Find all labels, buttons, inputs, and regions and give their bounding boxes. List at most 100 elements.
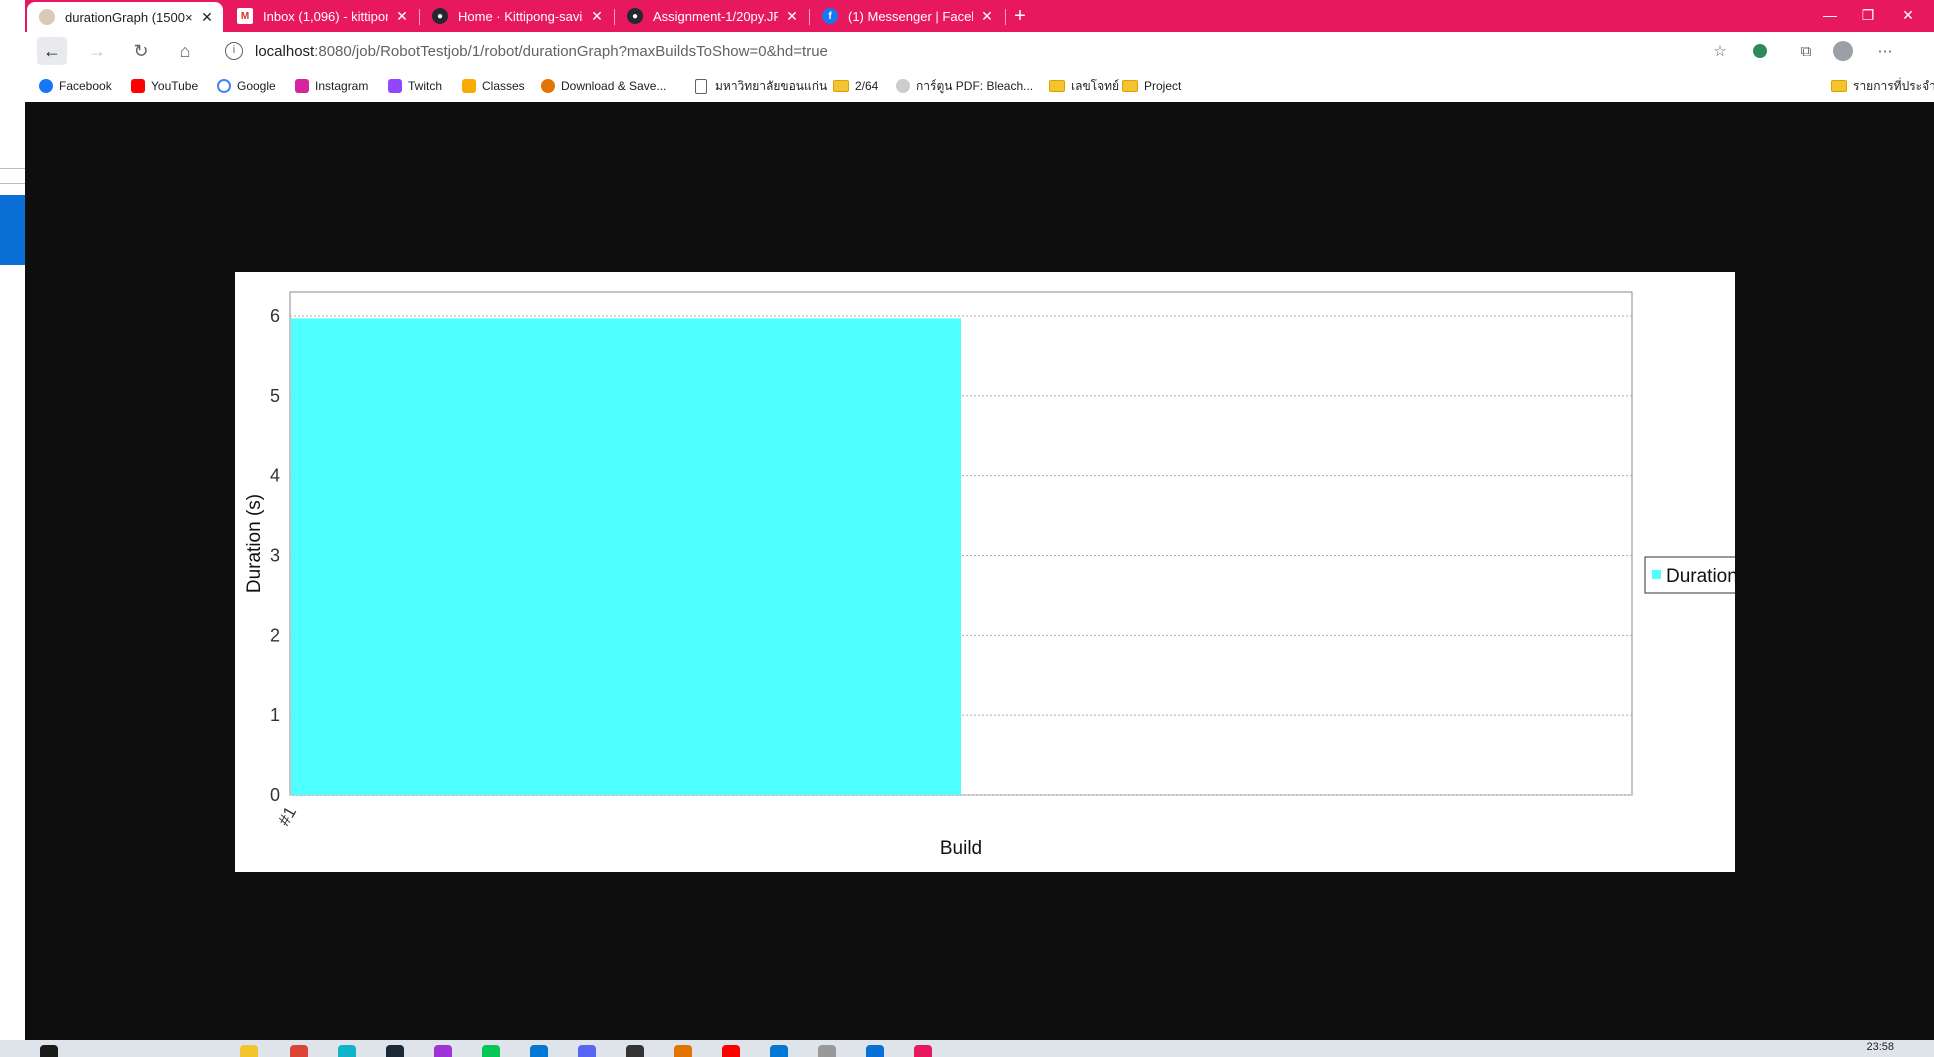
bookmark-label: Google <box>237 79 276 93</box>
close-icon[interactable]: ✕ <box>979 8 995 25</box>
tab-separator <box>1005 9 1006 25</box>
classroom-icon <box>462 79 476 93</box>
close-icon[interactable]: ✕ <box>784 8 800 25</box>
tab-github-home[interactable]: ● Home · Kittipong-savisai/Assignm ✕ <box>420 0 613 32</box>
y-tick-label: 4 <box>270 466 280 486</box>
bookmark-instagram[interactable]: Instagram <box>295 76 368 96</box>
facebook-icon <box>39 79 53 93</box>
legend-swatch <box>1652 570 1661 579</box>
bookmark-youtube[interactable]: YouTube <box>131 76 198 96</box>
bookmark-label: Project <box>1144 79 1182 93</box>
youtube-icon[interactable] <box>722 1045 740 1057</box>
home-button[interactable]: ⌂ <box>170 37 200 65</box>
y-tick-label: 1 <box>270 705 280 725</box>
start-icon[interactable] <box>40 1045 58 1057</box>
bookmark-download[interactable]: Download & Save... <box>541 76 666 96</box>
discord-icon[interactable] <box>578 1045 596 1057</box>
bookmark-bleach[interactable]: การ์ตูน PDF: Bleach... <box>896 76 1033 96</box>
forward-button[interactable]: → <box>82 37 112 65</box>
menu-dots-icon[interactable]: ⋯ <box>1875 41 1895 61</box>
divider <box>0 168 25 169</box>
url-host: localhost <box>255 42 315 60</box>
app-icon[interactable] <box>914 1045 932 1057</box>
x-axis-label: Build <box>940 838 982 859</box>
bookmark-folder[interactable]: เลขโจทย์ <box>1049 76 1119 96</box>
bookmark-kku[interactable]: มหาวิทยาลัยขอนแก่น <box>695 76 827 96</box>
steam-icon[interactable] <box>386 1045 404 1057</box>
tab-gmail[interactable]: M Inbox (1,096) - kittipong_sa@kk ✕ <box>225 0 418 32</box>
tab-title: durationGraph (1500×600) <box>65 9 193 25</box>
google-icon <box>217 79 231 93</box>
bookmark-folder-264[interactable]: 2/64 <box>833 76 878 96</box>
folder-icon <box>1049 80 1065 92</box>
bookmark-google[interactable]: Google <box>217 76 276 96</box>
bookmark-project[interactable]: Project <box>1122 76 1181 96</box>
terminal-icon[interactable] <box>626 1045 644 1057</box>
chrome-icon[interactable] <box>290 1045 308 1057</box>
bookmark-label: มหาวิทยาลัยขอนแก่น <box>715 78 828 93</box>
close-icon[interactable]: ✕ <box>199 9 215 26</box>
browser-toolbar: ← → ↻ ⌂ i localhost:8080/job/RobotTestjo… <box>25 32 1934 70</box>
url-path: :8080/job/RobotTestjob/1/robot/durationG… <box>314 42 828 60</box>
restore-button[interactable]: ❐ <box>1853 0 1883 30</box>
vscode-icon[interactable] <box>530 1045 548 1057</box>
extension-icon[interactable] <box>1750 41 1770 61</box>
bookmark-label: รายการที่ประจำ <box>1853 78 1934 93</box>
file-explorer-icon[interactable] <box>240 1045 258 1057</box>
bookmark-label: เลขโจทย์ <box>1071 78 1120 93</box>
x-tick-label: #1 <box>274 803 300 829</box>
instagram-icon <box>295 79 309 93</box>
tab-duration-graph[interactable]: durationGraph (1500×600) ✕ <box>27 2 223 32</box>
profile-avatar-icon[interactable] <box>1833 41 1853 61</box>
bookmark-label: Classes <box>482 79 525 93</box>
y-tick-label: 2 <box>270 625 280 645</box>
bookmark-label: 2/64 <box>855 79 879 93</box>
bookmark-other[interactable]: รายการที่ประจำ <box>1831 76 1934 96</box>
bookmarks-bar: Facebook YouTube Google Instagram Twitch… <box>25 70 1934 102</box>
app-icon[interactable] <box>674 1045 692 1057</box>
bookmark-facebook[interactable]: Facebook <box>39 76 112 96</box>
app-icon[interactable] <box>866 1045 884 1057</box>
info-icon[interactable]: i <box>225 42 243 60</box>
taskbar-clock: 23:58 <box>1866 1041 1894 1053</box>
edge-icon[interactable] <box>338 1045 356 1057</box>
folder-icon <box>833 80 849 92</box>
collections-icon[interactable]: ⧉ <box>1796 41 1816 61</box>
bookmark-label: Twitch <box>408 79 443 93</box>
y-tick-label: 5 <box>270 386 280 406</box>
favorite-star-icon[interactable]: ☆ <box>1710 41 1730 61</box>
bar <box>291 318 961 795</box>
messenger-icon[interactable] <box>434 1045 452 1057</box>
legend-label: Duration <box>1666 566 1735 587</box>
bookmark-label: Facebook <box>59 79 112 93</box>
duration-chart: 0 1 2 3 4 5 6 #1 Build Duration (s) Duration <box>244 291 1735 859</box>
bookmark-twitch[interactable]: Twitch <box>388 76 442 96</box>
reload-button[interactable]: ↻ <box>126 37 156 65</box>
tab-github-assignment[interactable]: ● Assignment-1/20py.JPG at main ✕ <box>615 0 808 32</box>
y-tick-label: 0 <box>270 785 280 805</box>
folder-icon <box>1122 80 1138 92</box>
bookmark-classes[interactable]: Classes <box>462 76 525 96</box>
close-icon[interactable]: ✕ <box>394 8 410 25</box>
minimize-button[interactable]: — <box>1807 0 1853 30</box>
new-tab-button[interactable]: + <box>1007 4 1033 28</box>
taskbar: 23:58 <box>0 1040 1934 1057</box>
close-window-button[interactable]: ✕ <box>1885 0 1931 30</box>
folder-icon <box>1831 80 1847 92</box>
address-bar[interactable]: i localhost:8080/job/RobotTestjob/1/robo… <box>225 37 1745 65</box>
github-icon: ● <box>432 8 448 24</box>
tab-strip: durationGraph (1500×600) ✕ M Inbox (1,09… <box>25 0 1934 32</box>
jenkins-icon <box>39 9 55 25</box>
line-icon[interactable] <box>482 1045 500 1057</box>
app-icon[interactable] <box>818 1045 836 1057</box>
y-tick-label: 6 <box>270 306 280 326</box>
facebook-icon: f <box>822 8 838 24</box>
tab-messenger[interactable]: f (1) Messenger | Facebook ✕ <box>810 0 1003 32</box>
app-icon[interactable] <box>770 1045 788 1057</box>
bookmark-label: Instagram <box>315 79 369 93</box>
background-panel <box>0 195 25 265</box>
back-button[interactable]: ← <box>37 37 67 65</box>
close-icon[interactable]: ✕ <box>589 8 605 25</box>
page-content: 0 1 2 3 4 5 6 #1 Build Duration (s) Duration <box>25 102 1934 1040</box>
bookmark-label: การ์ตูน PDF: Bleach... <box>916 78 1034 93</box>
